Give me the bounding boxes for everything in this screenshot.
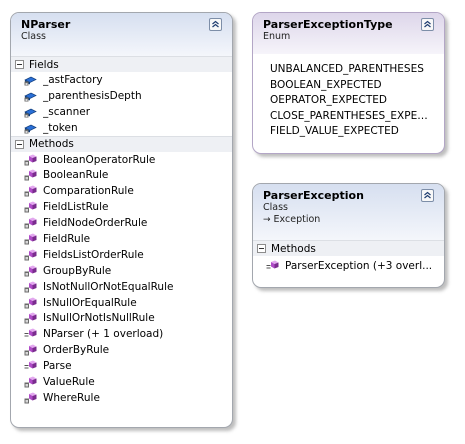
private-method-icon [24,201,37,213]
member-label: IsNullOrNotIsNullRule [43,312,155,325]
class-name: ParserException [263,189,364,202]
member-label: _astFactory [43,73,103,86]
enum-name: ParserExceptionType [263,18,393,31]
member-label: ComparationRule [43,185,134,198]
private-method-icon [24,297,37,309]
private-method-icon [24,249,37,261]
member-item[interactable]: _astFactory [11,72,232,88]
member-item[interactable]: ComparationRule [11,183,232,199]
member-label: _scanner [43,105,91,118]
member-item[interactable]: FieldRule [11,231,232,247]
field-icon [24,90,37,102]
collapse-chevron-icon[interactable] [209,18,222,31]
private-method-icon [24,185,37,197]
member-label: WhereRule [43,391,100,404]
member-label: FieldListRule [43,201,109,214]
member-item[interactable]: FieldsListOrderRule [11,247,232,263]
methods-list: ParserException (+3 overl... [253,256,444,274]
parser-exception-class-shape[interactable]: ParserException Class → Exception Methods… [252,183,445,288]
private-method-icon [24,169,37,181]
member-label: ParserException (+3 overl... [285,259,433,272]
parser-exception-type-enum-shape[interactable]: ParserExceptionType Enum UNBALANCED_PARE… [252,12,445,154]
enum-value[interactable]: FIELD_VALUE_EXPECTED [270,124,434,140]
collapse-minus-icon[interactable] [15,60,24,69]
fields-compartment-header[interactable]: Fields [11,56,232,72]
public-method-icon [24,328,37,340]
private-method-icon [24,392,37,404]
collapse-chevron-icon[interactable] [421,189,434,202]
member-item[interactable]: _scanner [11,104,232,120]
private-method-icon [24,281,37,293]
private-method-icon [24,312,37,324]
member-item[interactable]: OrderByRule [11,342,232,358]
member-label: _parenthesisDepth [43,89,142,102]
nparser-header[interactable]: NParser Class [11,13,232,56]
private-method-icon [24,265,37,277]
member-label: Parse [43,360,72,373]
methods-label: Methods [271,242,316,255]
member-label: BooleanOperatorRule [43,153,156,166]
enum-value[interactable]: OEPRATOR_EXPECTED [270,93,434,109]
member-item[interactable]: Parse [11,358,232,374]
public-method-icon [24,360,37,372]
member-item[interactable]: WhereRule [11,390,232,406]
class-kind: Class [263,202,288,213]
member-label: IsNotNullOrNotEqualRule [43,280,174,293]
nparser-class-shape[interactable]: NParser Class Fields _astFactory _parenth… [10,12,233,428]
private-method-icon [24,154,37,166]
member-item[interactable]: BooleanOperatorRule [11,152,232,168]
member-label: FieldNodeOrderRule [43,217,148,230]
member-item[interactable]: FieldListRule [11,199,232,215]
member-label: OrderByRule [43,344,110,357]
member-label: _token [43,121,78,134]
inheritance-arrow-icon: → [263,215,271,225]
member-label: FieldRule [43,232,91,245]
member-item[interactable]: IsNullOrEqualRule [11,295,232,311]
private-method-icon [24,376,37,388]
private-method-icon [24,233,37,245]
methods-compartment-header[interactable]: Methods [11,135,232,152]
member-item[interactable]: IsNotNullOrNotEqualRule [11,279,232,295]
member-label: BooleanRule [43,169,109,182]
methods-list: BooleanOperatorRule BooleanRule Comparatio… [11,152,232,406]
parser-exception-type-header[interactable]: ParserExceptionType Enum [253,13,444,54]
member-item[interactable]: IsNullOrNotIsNullRule [11,310,232,326]
collapse-minus-icon[interactable] [257,244,266,253]
private-method-icon [24,217,37,229]
public-method-icon [266,260,279,272]
fields-list: _astFactory _parenthesisDepth _scanner _tok… [11,72,232,136]
enum-value[interactable]: UNBALANCED_PARENTHESES [270,62,434,78]
collapse-chevron-icon[interactable] [421,18,434,31]
enum-values-list: UNBALANCED_PARENTHESES BOOLEAN_EXPECTED OE… [253,54,444,146]
member-label: GroupByRule [43,264,112,277]
enum-kind: Enum [263,31,291,42]
member-item[interactable]: _token [11,120,232,136]
member-label: FieldsListOrderRule [43,248,144,261]
member-item[interactable]: FieldNodeOrderRule [11,215,232,231]
base-class-name: Exception [273,214,321,225]
class-kind: Class [21,31,46,42]
base-class: → Exception [263,214,436,226]
member-item[interactable]: _parenthesisDepth [11,88,232,104]
member-item[interactable]: NParser (+ 1 overload) [11,326,232,342]
private-method-icon [24,344,37,356]
methods-label: Methods [29,138,74,151]
collapse-minus-icon[interactable] [15,139,24,149]
member-item[interactable]: BooleanRule [11,167,232,183]
member-item[interactable]: ValueRule [11,374,232,390]
field-icon [24,106,37,118]
enum-value[interactable]: CLOSE_PARENTHESES_EXPECT... [270,109,434,125]
enum-value[interactable]: BOOLEAN_EXPECTED [270,78,434,94]
field-icon [24,122,37,134]
member-label: IsNullOrEqualRule [43,296,137,309]
member-label: NParser (+ 1 overload) [43,328,164,341]
class-name: NParser [21,18,71,31]
fields-label: Fields [29,58,59,71]
member-item[interactable]: ParserException (+3 overl... [253,258,444,274]
parser-exception-header[interactable]: ParserException Class → Exception [253,184,444,240]
field-icon [24,74,37,86]
methods-compartment-header[interactable]: Methods [253,240,444,256]
member-label: ValueRule [43,375,95,388]
member-item[interactable]: GroupByRule [11,263,232,279]
